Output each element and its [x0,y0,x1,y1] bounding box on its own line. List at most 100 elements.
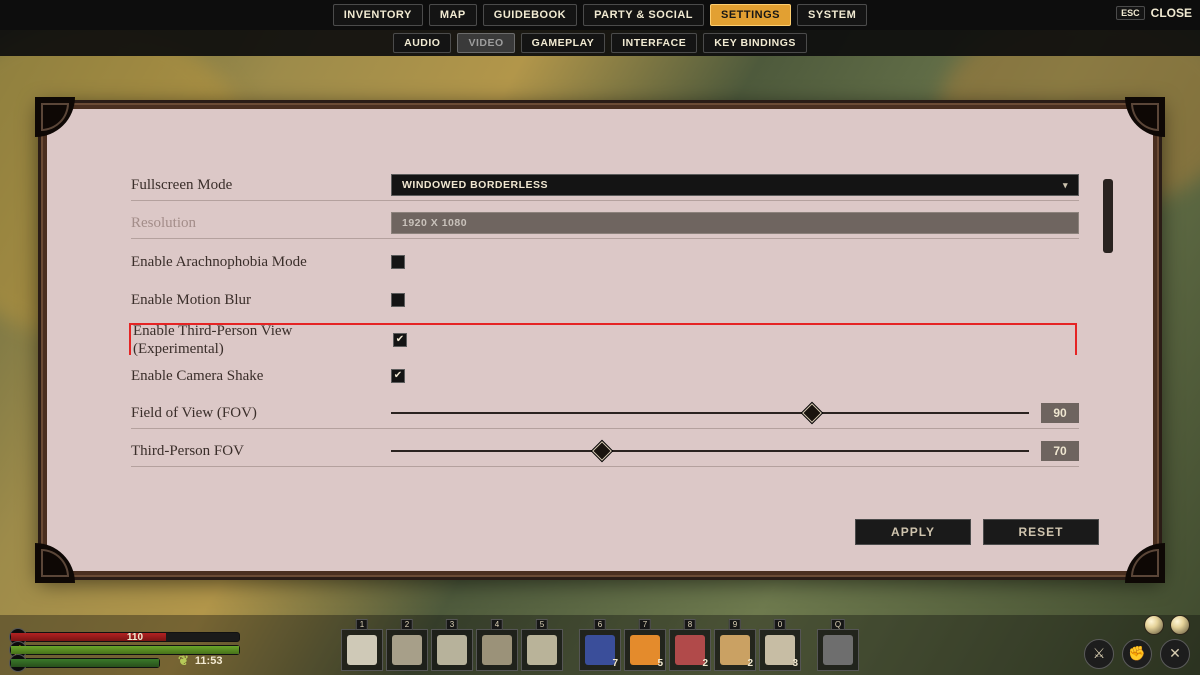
food-fill [11,659,159,667]
buff-orbs [1144,615,1190,635]
row-third-person-view: Enable Third-Person View (Experimental) [129,323,1077,355]
dropdown-value: WINDOWED BORDERLESS [402,179,548,191]
hud: ♥ 110 ⚡ ✖ ❦ 11:53 123456775829203Q ⚔ ✊ ✕ [0,615,1200,675]
hotbar-item-icon [437,635,467,665]
dropdown-value: 1920 X 1080 [402,217,467,229]
subtab-gameplay[interactable]: GAMEPLAY [521,33,606,53]
close-button[interactable]: ESC CLOSE [1116,6,1192,20]
hotbar-count: 2 [702,658,708,669]
settings-panel: Fullscreen Mode WINDOWED BORDERLESS ▾ Re… [38,100,1162,580]
slider-fov[interactable] [391,406,1029,420]
row-resolution: Resolution 1920 X 1080 [131,211,1079,239]
apply-button[interactable]: APPLY [855,519,971,545]
hotbar-item-icon [823,635,853,665]
hotbar-slot[interactable]: Q [817,629,859,671]
slider-thumb[interactable] [802,403,822,423]
row-camera-shake: Enable Camera Shake [131,363,1079,391]
label-fullscreen-mode: Fullscreen Mode [131,176,391,194]
status-bars: ♥ 110 ⚡ ✖ ❦ 11:53 [10,632,240,671]
tab-system[interactable]: SYSTEM [797,4,867,26]
hotbar-item-icon [392,635,422,665]
tab-map[interactable]: MAP [429,4,477,26]
hotbar-slot[interactable]: 3 [431,629,473,671]
hotbar-item-icon [527,635,557,665]
hotbar-slot[interactable]: 03 [759,629,801,671]
slider-track [391,412,1029,414]
dropdown-fullscreen-mode[interactable]: WINDOWED BORDERLESS ▾ [391,174,1079,196]
subtab-audio[interactable]: AUDIO [393,33,451,53]
subtab-interface[interactable]: INTERFACE [611,33,697,53]
slider-thumb[interactable] [592,441,612,461]
clock-value: 11:53 [195,655,223,667]
checkbox-arachnophobia[interactable] [391,255,405,269]
label-fov: Field of View (FOV) [131,404,391,422]
checkbox-third-person-view[interactable] [393,333,407,347]
main-tabbar: INVENTORY MAP GUIDEBOOK PARTY & SOCIAL S… [0,0,1200,30]
slider-third-person-fov[interactable] [391,444,1029,458]
checkbox-camera-shake[interactable] [391,369,405,383]
settings-list: Fullscreen Mode WINDOWED BORDERLESS ▾ Re… [131,173,1079,467]
panel-corner-decor [35,543,75,583]
tab-inventory[interactable]: INVENTORY [333,4,423,26]
tab-guidebook[interactable]: GUIDEBOOK [483,4,577,26]
tab-party-social[interactable]: PARTY & SOCIAL [583,4,704,26]
food-bar: ✖ [10,658,160,668]
label-resolution: Resolution [131,214,391,232]
hotbar-item-icon [630,635,660,665]
checkbox-motion-blur[interactable] [391,293,405,307]
hotbar-key-label: 0 [774,619,786,630]
action-circles: ⚔ ✊ ✕ [1084,639,1190,669]
row-third-person-fov: Third-Person FOV 70 [131,439,1079,467]
reset-button[interactable]: RESET [983,519,1099,545]
hotbar-item-icon [675,635,705,665]
hotbar-key-label: 5 [536,619,548,630]
hotbar-count: 5 [657,658,663,669]
value-fov: 90 [1041,403,1079,423]
row-arachnophobia: Enable Arachnophobia Mode [131,249,1079,277]
hotbar-key-label: 1 [356,619,368,630]
hotbar-slot[interactable]: 4 [476,629,518,671]
panel-corner-decor [1125,543,1165,583]
hotbar-separator [804,629,814,671]
subtab-keybindings[interactable]: KEY BINDINGS [703,33,807,53]
row-motion-blur: Enable Motion Blur [131,287,1079,315]
hotbar: 123456775829203Q [341,629,859,671]
health-value: 110 [127,632,143,643]
action-circle-attack[interactable]: ⚔ [1084,639,1114,669]
hotbar-slot[interactable]: 2 [386,629,428,671]
hotbar-item-icon [585,635,615,665]
hotbar-slot[interactable]: 92 [714,629,756,671]
close-label: CLOSE [1151,6,1192,20]
hotbar-key-label: 8 [684,619,696,630]
clock: ❦ 11:53 [178,653,222,669]
hotbar-key-label: 7 [639,619,651,630]
value-third-person-fov: 70 [1041,441,1079,461]
hotbar-key-label: 4 [491,619,503,630]
hotbar-slot[interactable]: 67 [579,629,621,671]
hotbar-separator [566,629,576,671]
hotbar-item-icon [765,635,795,665]
hotbar-slot[interactable]: 82 [669,629,711,671]
label-camera-shake: Enable Camera Shake [131,367,391,385]
slider-track [391,450,1029,452]
hotbar-item-icon [720,635,750,665]
hotbar-item-icon [482,635,512,665]
panel-corner-decor [35,97,75,137]
season-icon: ❦ [178,653,189,669]
action-circle-tool[interactable]: ✕ [1160,639,1190,669]
hotbar-count: 2 [747,658,753,669]
tab-settings[interactable]: SETTINGS [710,4,791,26]
buff-orb [1144,615,1164,635]
settings-scrollbar[interactable] [1103,179,1113,253]
hotbar-slot[interactable]: 1 [341,629,383,671]
buff-orb [1170,615,1190,635]
hotbar-slot[interactable]: 5 [521,629,563,671]
esc-key-icon: ESC [1116,6,1145,20]
hotbar-key-label: 6 [594,619,606,630]
hotbar-item-icon [347,635,377,665]
hotbar-slot[interactable]: 75 [624,629,666,671]
subtab-video[interactable]: VIDEO [457,33,514,53]
label-arachnophobia: Enable Arachnophobia Mode [131,253,391,271]
action-circle-hand[interactable]: ✊ [1122,639,1152,669]
hotbar-count: 7 [612,658,618,669]
